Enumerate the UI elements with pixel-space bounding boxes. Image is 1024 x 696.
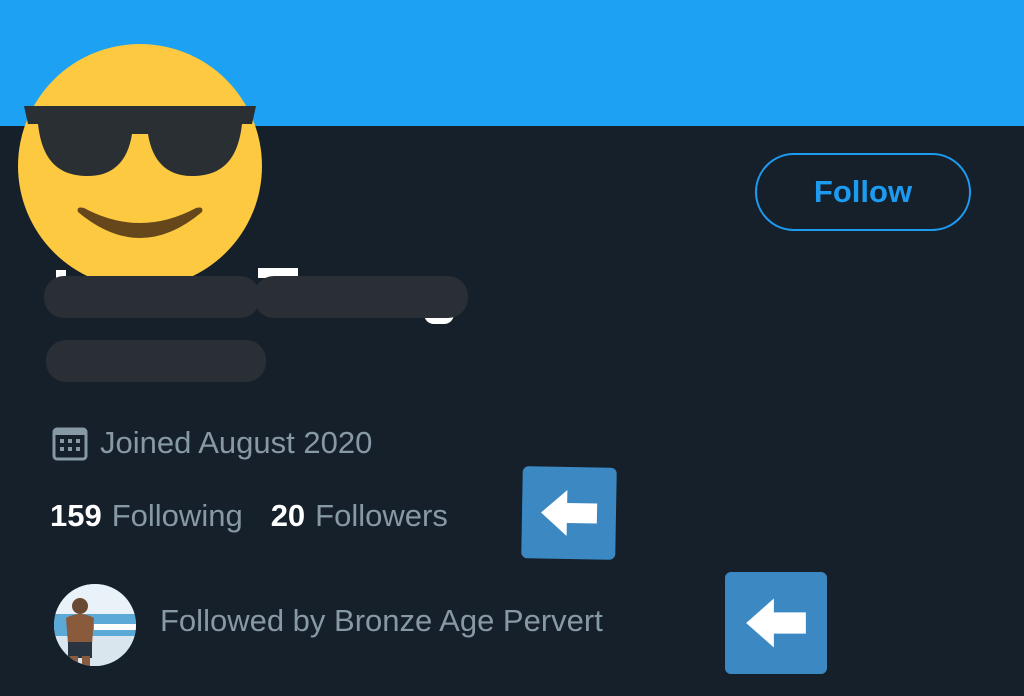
following-count[interactable]: 159 — [50, 498, 102, 534]
redacted-display-name — [254, 276, 468, 318]
followers-count[interactable]: 20 — [271, 498, 305, 534]
left-arrow-icon — [541, 489, 598, 536]
left-arrow-emoji — [521, 466, 617, 560]
left-arrow-icon — [746, 598, 806, 648]
followers-label[interactable]: Followers — [315, 498, 448, 534]
follower-avatar[interactable] — [54, 584, 136, 666]
joined-date-row: Joined August 2020 — [52, 420, 372, 466]
follow-button[interactable]: Follow — [755, 153, 971, 231]
followed-by-text[interactable]: Followed by Bronze Age Pervert — [160, 598, 603, 644]
profile-avatar-sunglasses-emoji[interactable] — [16, 42, 264, 290]
redacted-display-name — [44, 276, 260, 318]
following-label[interactable]: Following — [112, 498, 243, 534]
left-arrow-emoji — [725, 572, 827, 674]
joined-date-text: Joined August 2020 — [100, 425, 373, 460]
redacted-username — [46, 340, 266, 382]
calendar-icon — [52, 427, 88, 461]
follow-stats: 159 Following 20 Followers — [50, 494, 476, 538]
